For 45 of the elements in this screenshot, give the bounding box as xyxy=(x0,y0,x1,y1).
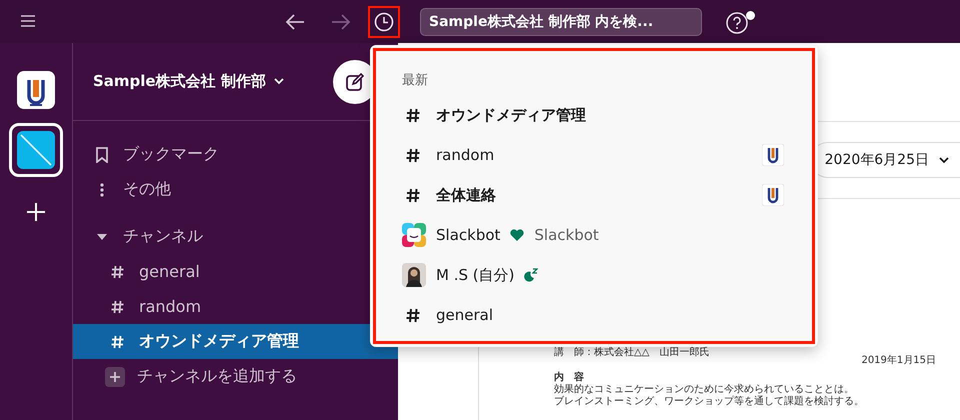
recent-item[interactable]: Slackbot xyxy=(436,226,500,244)
channel-item[interactable]: general xyxy=(73,254,398,289)
channel-item[interactable]: オウンドメディア管理 xyxy=(73,324,398,359)
channel-item[interactable]: random xyxy=(73,289,398,324)
hash-icon xyxy=(406,188,420,202)
compose-icon xyxy=(345,72,365,92)
status-icon xyxy=(522,268,538,282)
recent-item-detail: Slackbot xyxy=(534,226,599,244)
channels-section-header[interactable]: チャンネル xyxy=(73,219,398,254)
hash-icon xyxy=(111,334,124,348)
recent-item[interactable]: random xyxy=(436,146,494,164)
add-workspace-icon[interactable] xyxy=(27,203,45,221)
recent-item[interactable]: M .S (自分) xyxy=(436,266,514,284)
recent-item[interactable]: 全体連絡 xyxy=(436,186,496,204)
recent-item[interactable]: general xyxy=(436,306,494,324)
bot-icon xyxy=(402,223,426,247)
heart-icon xyxy=(510,229,524,241)
hash-icon xyxy=(406,148,420,162)
plus-icon xyxy=(105,366,125,386)
bookmark-icon xyxy=(95,146,109,162)
hash-icon xyxy=(406,108,420,122)
document-text: ブレインストーミング、ワークショップ等を通して課題を検討する。 xyxy=(554,396,865,408)
hash-icon xyxy=(111,300,124,314)
workspace-name[interactable]: Sample株式会社 制作部 xyxy=(93,72,266,91)
popup-heading: 最新 xyxy=(402,72,429,89)
avatar xyxy=(402,263,426,287)
document-heading: 内 容 xyxy=(554,372,585,384)
menu-icon[interactable] xyxy=(20,15,36,27)
workspace-icon[interactable] xyxy=(9,123,63,177)
document-text: 講 師：株式会社△△ 山田一郎氏 xyxy=(554,347,710,359)
document-date: 2019年1月15日 xyxy=(861,354,936,367)
chevron-down-icon[interactable] xyxy=(274,78,284,85)
back-arrow-icon[interactable] xyxy=(284,12,306,30)
clock-icon xyxy=(374,12,394,32)
recent-item[interactable]: オウンドメディア管理 xyxy=(436,106,586,124)
hash-icon xyxy=(111,264,124,278)
document-text: 効果的なコミュニケーションのために今求められていることとは。 xyxy=(554,384,855,396)
hash-icon xyxy=(406,308,420,322)
sidebar-item[interactable]: その他 xyxy=(73,172,398,207)
search-field[interactable]: Sample株式会社 制作部 内を検... xyxy=(420,8,702,36)
add-channel-item[interactable]: チャンネルを追加する xyxy=(73,359,398,394)
sidebar-item[interactable]: ブックマーク xyxy=(73,137,398,172)
chevron-down-icon xyxy=(939,156,949,164)
help-button[interactable] xyxy=(726,10,750,34)
history-button[interactable] xyxy=(368,6,400,38)
